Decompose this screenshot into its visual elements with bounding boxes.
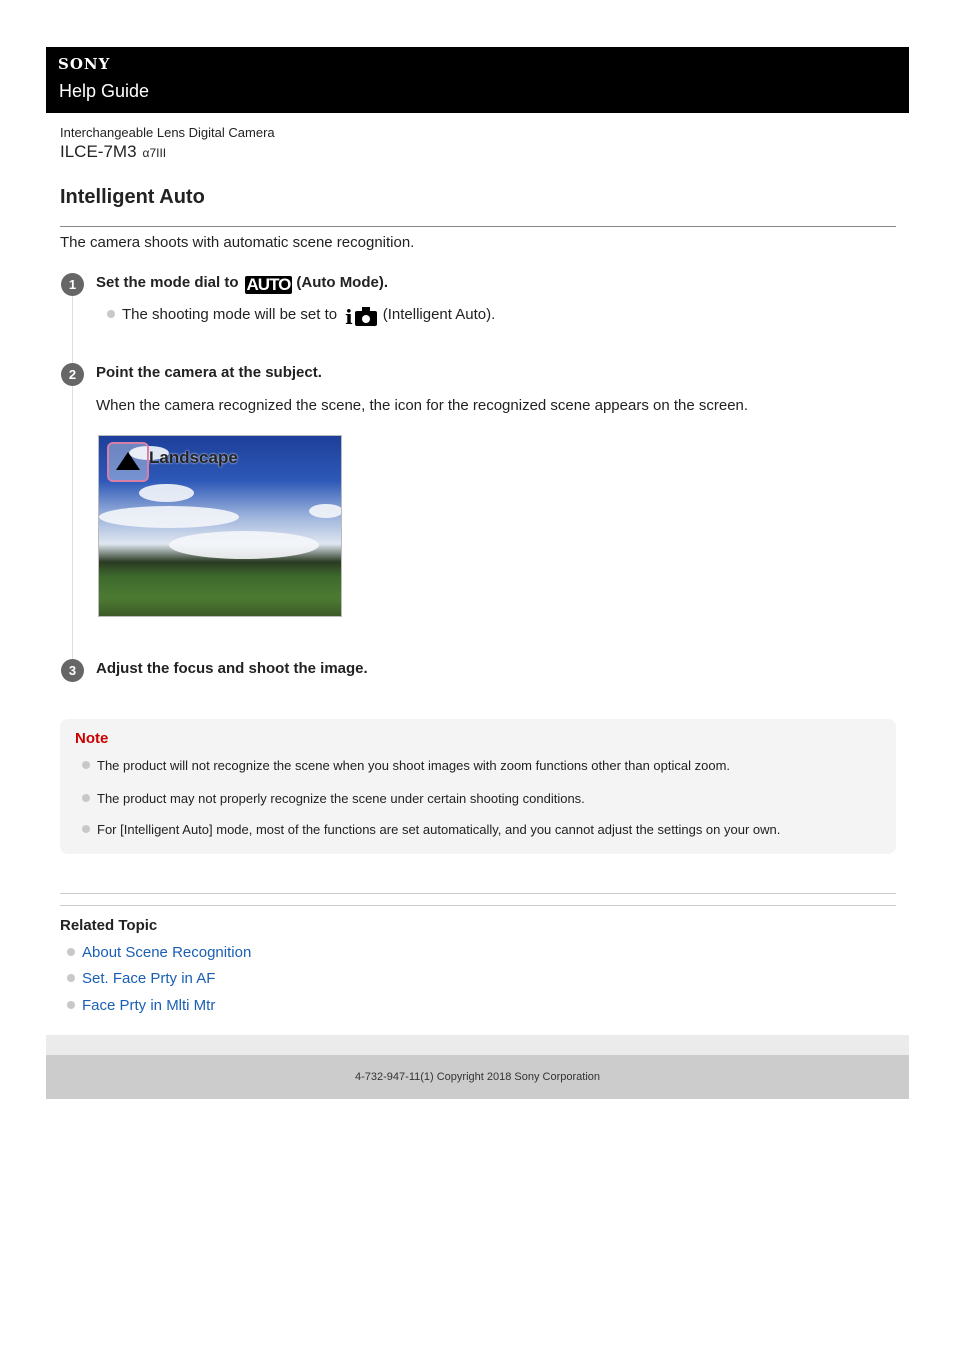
- header-bar: SONY Help Guide: [46, 47, 909, 113]
- intelligent-auto-icon: i: [345, 307, 377, 327]
- note-item: For [Intelligent Auto] mode, most of the…: [82, 822, 780, 837]
- auto-mode-icon: AUTO: [244, 275, 293, 294]
- model-alpha-name: α7III: [142, 146, 167, 160]
- help-guide-title[interactable]: Help Guide: [59, 81, 149, 102]
- step-1-subitem: The shooting mode will be set to i (Intell…: [107, 306, 496, 327]
- sony-logo[interactable]: SONY: [58, 55, 110, 73]
- page-title: Intelligent Auto: [60, 186, 205, 208]
- steps-connector-line: [72, 294, 73, 660]
- step-3-title: Adjust the focus and shoot the image.: [96, 660, 368, 677]
- step-1-sub-before: The shooting mode will be set to: [122, 306, 338, 323]
- product-category: Interchangeable Lens Digital Camera: [60, 125, 275, 140]
- scene-icon-frame: [107, 442, 149, 482]
- note-item-text: The product may not properly recognize t…: [97, 791, 585, 806]
- related-link-face-prty-af[interactable]: Set. Face Prty in AF: [82, 970, 215, 987]
- step-1-title-before: Set the mode dial to: [96, 274, 239, 291]
- product-model: ILCE-7M3 α7III: [60, 142, 166, 162]
- bullet-icon: [107, 310, 115, 318]
- landscape-mountain-icon: [116, 452, 140, 470]
- bullet-icon: [82, 825, 90, 833]
- title-divider: [60, 226, 896, 227]
- related-link-scene-recognition[interactable]: About Scene Recognition: [82, 944, 251, 961]
- scene-label: Landscape: [149, 448, 238, 467]
- step-1-title-after: (Auto Mode).: [296, 274, 389, 291]
- bullet-icon: [67, 948, 75, 956]
- note-item-text: For [Intelligent Auto] mode, most of the…: [97, 822, 781, 837]
- bullet-icon: [67, 974, 75, 982]
- model-number: ILCE-7M3: [60, 142, 137, 161]
- step-1-sub-after: (Intelligent Auto).: [382, 306, 496, 323]
- bullet-icon: [82, 794, 90, 802]
- note-title: Note: [75, 730, 109, 747]
- bullet-icon: [82, 761, 90, 769]
- copyright-text: 4-732-947-11(1) Copyright 2018 Sony Corp…: [355, 1071, 600, 1083]
- note-item: The product may not properly recognize t…: [82, 791, 585, 806]
- divider: [60, 905, 896, 906]
- intro-text: The camera shoots with automatic scene r…: [60, 234, 415, 251]
- landscape-scene-image: Landscape: [98, 435, 342, 617]
- divider: [60, 893, 896, 894]
- step-2-title: Point the camera at the subject.: [96, 364, 322, 381]
- related-link-item: Set. Face Prty in AF: [67, 970, 215, 987]
- bullet-icon: [67, 1001, 75, 1009]
- related-link-item: Face Prty in Mlti Mtr: [67, 997, 215, 1014]
- footer-spacer: [46, 1035, 909, 1055]
- step-number-3: 3: [61, 659, 84, 682]
- note-item-text: The product will not recognize the scene…: [97, 758, 731, 773]
- related-link-item: About Scene Recognition: [67, 944, 251, 961]
- footer: 4-732-947-11(1) Copyright 2018 Sony Corp…: [46, 1055, 909, 1099]
- related-link-face-prty-mlti-mtr[interactable]: Face Prty in Mlti Mtr: [82, 997, 215, 1014]
- step-number-1: 1: [61, 273, 84, 296]
- note-box: Note The product will not recognize the …: [60, 719, 896, 854]
- note-item: The product will not recognize the scene…: [82, 758, 730, 773]
- step-2-text: When the camera recognized the scene, th…: [96, 397, 749, 414]
- related-topic-title: Related Topic: [60, 917, 158, 934]
- step-1-title: Set the mode dial to AUTO (Auto Mode).: [96, 274, 388, 294]
- step-number-2: 2: [61, 363, 84, 386]
